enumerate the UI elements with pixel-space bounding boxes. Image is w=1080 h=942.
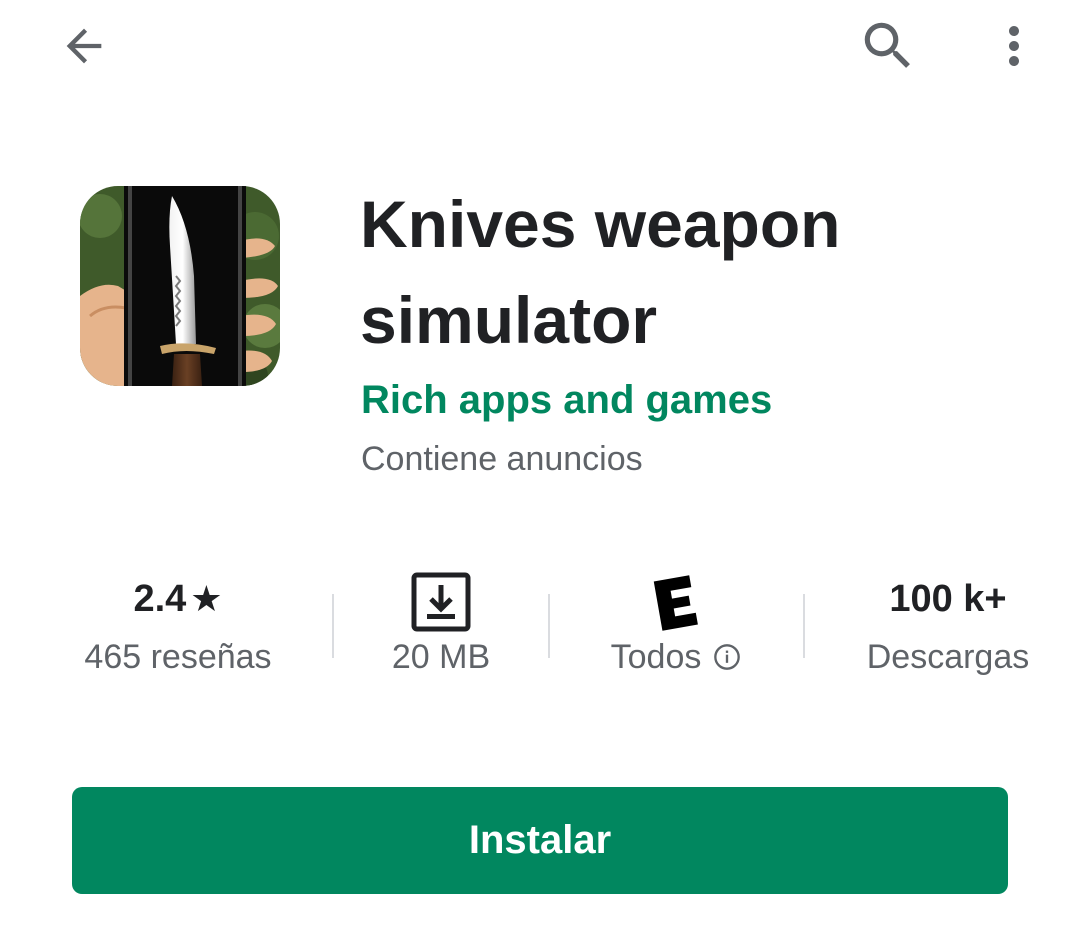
stat-divider — [332, 594, 334, 658]
esrb-everyone-badge — [653, 575, 698, 631]
contains-ads-label: Contiene anuncios — [361, 440, 643, 478]
size-label: 20 MB — [391, 638, 491, 676]
app-title: Knives weapon simulator — [360, 187, 841, 357]
back-button[interactable] — [44, 12, 124, 80]
install-button[interactable]: Instalar — [72, 787, 1008, 894]
downloads-stat: 100 k+ Descargas — [850, 556, 1046, 686]
rating-value: 2.4 — [133, 578, 187, 620]
info-icon — [714, 644, 741, 670]
downloads-label: Descargas — [866, 638, 1030, 676]
download-icon — [411, 572, 471, 632]
more-options-button[interactable] — [980, 10, 1048, 82]
more-vert-icon — [1009, 26, 1019, 66]
developer-link[interactable]: Rich apps and games — [361, 374, 772, 426]
content-rating-label: Todos — [610, 638, 702, 676]
star-icon: ★ — [190, 578, 223, 619]
stat-divider — [548, 594, 550, 658]
content-rating-stat[interactable]: Todos — [578, 556, 774, 686]
downloads-value: 100 k+ — [889, 578, 1007, 620]
stat-divider — [803, 594, 805, 658]
knife-app-icon — [80, 186, 280, 386]
app-details-page: Knives weapon simulator Rich apps and ga… — [0, 0, 1080, 942]
reviews-count: 465 reseñas — [84, 638, 272, 676]
rating-stat[interactable]: 2.4 ★ 465 reseñas — [40, 556, 316, 686]
size-stat: 20 MB — [350, 556, 532, 686]
search-icon — [864, 22, 910, 68]
stats-row: 2.4 ★ 465 reseñas 20 MB Todos 100 k+ Des… — [40, 556, 1070, 686]
arrow-back-icon — [66, 28, 102, 64]
search-button[interactable] — [850, 10, 926, 82]
